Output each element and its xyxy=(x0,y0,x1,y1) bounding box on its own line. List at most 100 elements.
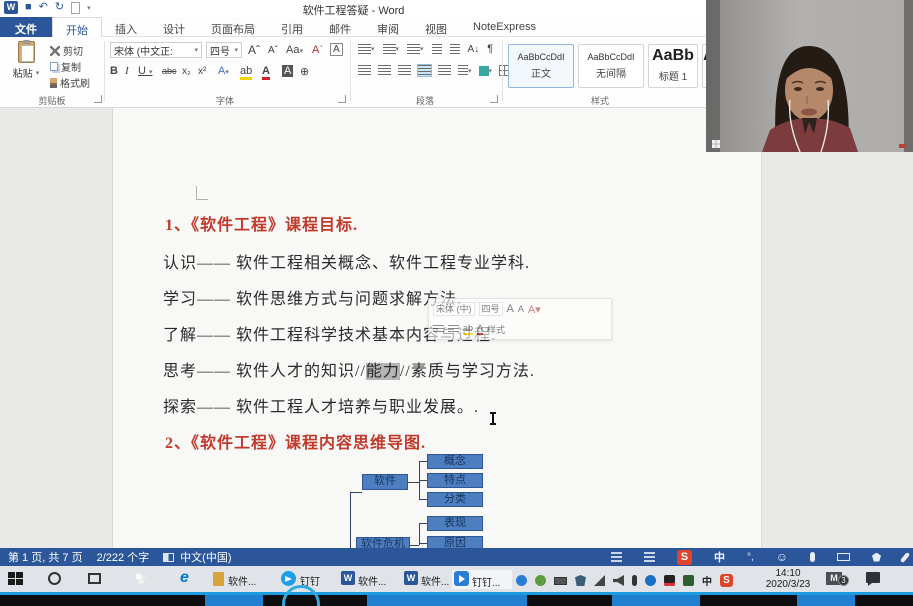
word-count[interactable]: 2/222 个字 xyxy=(97,549,150,565)
italic-icon[interactable]: I xyxy=(125,65,129,77)
webcam-video[interactable] xyxy=(706,0,913,152)
tab-home[interactable]: 开始 xyxy=(52,17,102,37)
change-case-icon[interactable]: Aa▾ xyxy=(286,44,303,56)
word-window-1-icon[interactable]: W xyxy=(341,571,355,585)
yellow-app-label[interactable]: 软件... xyxy=(228,573,256,588)
bullets-icon[interactable]: ▾ xyxy=(358,44,375,55)
style-no-spacing[interactable]: AaBbCcDdI 无间隔 xyxy=(578,44,644,88)
decrease-indent-icon[interactable] xyxy=(432,44,442,55)
taskbar-clock[interactable]: 14:10 2020/3/23 xyxy=(757,568,819,590)
font-color-icon[interactable]: A xyxy=(262,65,270,80)
paragraph-dialog-launcher[interactable] xyxy=(490,95,498,103)
bold-icon[interactable]: B xyxy=(110,65,118,77)
ime-keyboard-icon[interactable] xyxy=(837,553,850,561)
security-shield-icon[interactable] xyxy=(575,575,586,586)
tray-app-green-icon[interactable] xyxy=(683,575,694,586)
ime-wrench-icon[interactable] xyxy=(900,552,910,563)
speaker-icon[interactable] xyxy=(613,575,624,586)
edge-browser-icon[interactable]: e xyxy=(180,569,189,587)
tab-view[interactable]: 视图 xyxy=(412,17,460,37)
cut-button[interactable]: 剪切 xyxy=(50,43,83,58)
tab-references[interactable]: 引用 xyxy=(268,17,316,37)
read-mode-icon[interactable] xyxy=(611,552,622,562)
enclose-characters-icon[interactable]: ⊕ xyxy=(300,65,309,78)
yellow-app-icon[interactable] xyxy=(213,572,224,586)
start-button[interactable] xyxy=(8,572,23,585)
action-center-icon[interactable] xyxy=(866,572,880,583)
style-normal[interactable]: AaBbCcDdI 正文 xyxy=(508,44,574,88)
format-painter-button[interactable]: 格式刷 xyxy=(50,75,90,90)
paste-button[interactable]: 粘贴▾ xyxy=(6,41,46,80)
font-size-combo[interactable]: 四号▾ xyxy=(206,42,242,58)
battery-icon[interactable] xyxy=(554,577,567,585)
print-layout-icon[interactable] xyxy=(644,552,655,562)
search-button[interactable] xyxy=(48,572,61,585)
sort-icon[interactable]: A↓ xyxy=(468,44,480,55)
ime-emoji-icon[interactable]: ☺ xyxy=(776,550,788,564)
mini-styles-label[interactable]: 样式 xyxy=(487,323,505,336)
phonetic-guide-icon[interactable]: Aʿ xyxy=(312,44,323,56)
tab-mailings[interactable]: 邮件 xyxy=(316,17,364,37)
ime-mode-indicator[interactable]: 中 xyxy=(714,549,725,565)
word-window-2-label[interactable]: 软件... xyxy=(421,573,449,588)
clipboard-dialog-launcher[interactable] xyxy=(94,95,102,103)
distribute-icon[interactable] xyxy=(438,65,451,76)
diagram-node-classification[interactable]: 分类 xyxy=(427,492,483,507)
mini-size-combo[interactable]: 四号 xyxy=(479,302,503,316)
pinwheel-app-icon[interactable] xyxy=(135,573,147,585)
tab-insert[interactable]: 插入 xyxy=(102,17,150,37)
dingtalk-icon[interactable] xyxy=(281,571,296,586)
increase-indent-icon[interactable] xyxy=(450,44,460,55)
highlight-color-icon[interactable]: ab xyxy=(240,65,252,80)
tray-ime-mode[interactable]: 中 xyxy=(702,573,712,588)
sogou-logo-icon[interactable]: S xyxy=(677,550,692,565)
copy-button[interactable]: 复制 xyxy=(50,59,81,74)
diagram-node-causes[interactable]: 原因 xyxy=(427,536,483,548)
character-shading-icon[interactable]: A xyxy=(282,65,293,77)
tray-nav-icon[interactable] xyxy=(516,575,527,586)
style-heading1[interactable]: AaBb 标题 1 xyxy=(648,44,698,88)
word-window-1-label[interactable]: 软件... xyxy=(358,573,386,588)
diagram-node-features[interactable]: 特点 xyxy=(427,473,483,488)
task-view-button[interactable] xyxy=(88,573,101,584)
mini-numbering-icon[interactable] xyxy=(448,325,459,334)
multilevel-list-icon[interactable]: ▾ xyxy=(407,44,424,55)
ime-skin-icon[interactable] xyxy=(872,553,881,562)
dingtalk-live-window[interactable]: 钉钉... xyxy=(452,570,512,589)
tab-review[interactable]: 审阅 xyxy=(364,17,412,37)
word-window-2-icon[interactable]: W xyxy=(404,571,418,585)
character-border-icon[interactable]: A xyxy=(330,43,343,56)
tray-app-red-icon[interactable] xyxy=(664,575,675,586)
tab-file[interactable]: 文件 xyxy=(0,17,52,37)
mini-highlight-icon[interactable]: ab xyxy=(463,323,473,335)
diagram-node-software[interactable]: 软件 xyxy=(362,474,408,490)
text-effects-icon[interactable]: A▾ xyxy=(218,65,229,77)
language-indicator[interactable]: 中文(中国) xyxy=(180,549,231,565)
tab-noteexpress[interactable]: NoteExpress xyxy=(460,17,549,37)
ime-punctuation-icon[interactable]: °, xyxy=(747,552,754,563)
justify-icon[interactable] xyxy=(418,65,431,76)
diagram-node-manifestation[interactable]: 表现 xyxy=(427,516,483,531)
microphone-icon[interactable] xyxy=(632,575,637,586)
strikethrough-icon[interactable]: abc xyxy=(162,66,177,76)
mini-shrink-font-icon[interactable]: A xyxy=(518,304,524,314)
mini-grow-font-icon[interactable]: A xyxy=(507,303,514,315)
bluetooth-icon[interactable] xyxy=(645,575,656,586)
align-right-icon[interactable] xyxy=(398,65,411,76)
diagram-node-concept[interactable]: 概念 xyxy=(427,454,483,469)
line-spacing-icon[interactable]: ▾ xyxy=(458,65,472,76)
tray-sogou-icon[interactable]: S xyxy=(720,574,733,587)
underline-icon[interactable]: U ▾ xyxy=(138,65,153,77)
align-left-icon[interactable] xyxy=(358,65,371,76)
ime-mic-icon[interactable] xyxy=(810,552,815,562)
font-name-combo[interactable]: 宋体 (中文正:▾ xyxy=(110,42,202,58)
shading-icon[interactable]: ▾ xyxy=(479,66,493,76)
grow-font-icon[interactable]: Aˆ xyxy=(248,43,260,57)
numbering-icon[interactable]: ▾ xyxy=(383,44,400,55)
shrink-font-icon[interactable]: Aˇ xyxy=(268,45,278,56)
wifi-icon[interactable] xyxy=(594,575,605,586)
align-center-icon[interactable] xyxy=(378,65,391,76)
superscript-icon[interactable]: x² xyxy=(198,66,206,77)
tray-sync-icon[interactable] xyxy=(535,575,546,586)
subscript-icon[interactable]: x₂ xyxy=(182,66,191,77)
